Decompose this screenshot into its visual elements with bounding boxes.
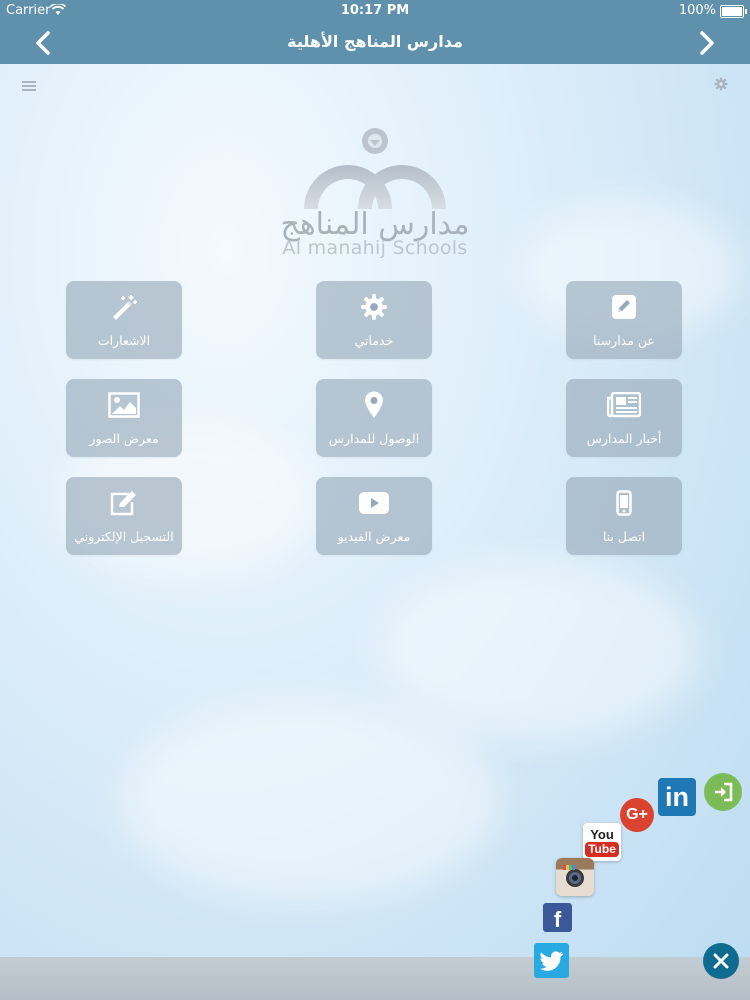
- school-logo: مدارس المناهج Al manahij Schools: [278, 125, 472, 265]
- gear-icon: [316, 291, 432, 323]
- settings-gear-icon[interactable]: [714, 76, 728, 95]
- tile-my-services[interactable]: خدماتي: [316, 281, 432, 359]
- logo-mark-icon: [304, 128, 446, 209]
- linkedin-button[interactable]: in: [658, 778, 696, 816]
- logo-english-text: Al manahij Schools: [282, 237, 468, 259]
- background-cloud: [380, 560, 700, 740]
- facebook-button[interactable]: f: [543, 903, 572, 932]
- tile-contact-us[interactable]: اتصل بنا: [566, 477, 682, 555]
- edit-form-icon: [66, 487, 182, 519]
- navigation-bar: مدارس المناهج الأهلية: [0, 22, 750, 64]
- forward-button[interactable]: [690, 26, 724, 60]
- tile-label: أخبار المدارس: [586, 431, 662, 446]
- picture-icon: [66, 389, 182, 421]
- youtube-you-text: You: [590, 826, 614, 842]
- tile-about-schools[interactable]: عن مدارسنا: [566, 281, 682, 359]
- mobile-phone-icon: [566, 487, 682, 519]
- google-plus-icon: G+: [626, 806, 648, 823]
- tile-label: الاشعارات: [97, 333, 151, 348]
- logout-button[interactable]: [704, 773, 742, 811]
- battery-percentage: 100%: [678, 3, 716, 18]
- linkedin-icon: in: [665, 782, 689, 812]
- close-icon: [713, 953, 729, 969]
- tile-label: عن مدارسنا: [593, 333, 655, 348]
- twitter-bird-icon: [539, 950, 563, 971]
- status-bar: Carrier 10:17 PM 100%: [0, 0, 750, 22]
- sign-in-icon: [715, 782, 733, 802]
- twitter-button[interactable]: [534, 943, 569, 978]
- tile-label: معرض الفيديو: [337, 529, 411, 544]
- tile-notifications[interactable]: الاشعارات: [66, 281, 182, 359]
- close-menu-button[interactable]: [703, 943, 739, 979]
- tile-video-gallery[interactable]: معرض الفيديو: [316, 477, 432, 555]
- page-title: مدارس المناهج الأهلية: [287, 32, 463, 51]
- facebook-icon: f: [553, 907, 562, 932]
- hamburger-menu-icon[interactable]: [22, 77, 36, 96]
- magic-wand-icon: [66, 291, 182, 323]
- instagram-button[interactable]: [556, 858, 594, 896]
- bottom-bar: [0, 957, 750, 1000]
- tile-school-news[interactable]: أخبار المدارس: [566, 379, 682, 457]
- tile-label: الوصول للمدارس: [328, 431, 420, 446]
- battery-icon: [720, 5, 747, 18]
- chevron-right-icon: [700, 31, 714, 55]
- tile-label: التسجيل الإلكتروني: [74, 529, 174, 544]
- tile-photo-gallery[interactable]: معرض الصور: [66, 379, 182, 457]
- tile-directions[interactable]: الوصول للمدارس: [316, 379, 432, 457]
- tile-label: خدماتي: [354, 333, 394, 348]
- youtube-button[interactable]: You Tube: [583, 823, 621, 861]
- background-cloud: [120, 700, 500, 900]
- youtube-tube-text: Tube: [585, 841, 619, 857]
- tile-label: معرض الصور: [89, 431, 159, 446]
- newspaper-icon: [566, 389, 682, 421]
- clock: 10:17 PM: [340, 3, 410, 18]
- google-plus-button[interactable]: G+: [620, 798, 654, 832]
- instagram-camera-icon: [563, 865, 584, 887]
- tile-label: اتصل بنا: [602, 529, 646, 544]
- play-video-icon: [316, 487, 432, 519]
- tile-online-registration[interactable]: التسجيل الإلكتروني: [66, 477, 182, 555]
- map-pin-icon: [316, 389, 432, 421]
- edit-pencil-icon: [566, 291, 682, 323]
